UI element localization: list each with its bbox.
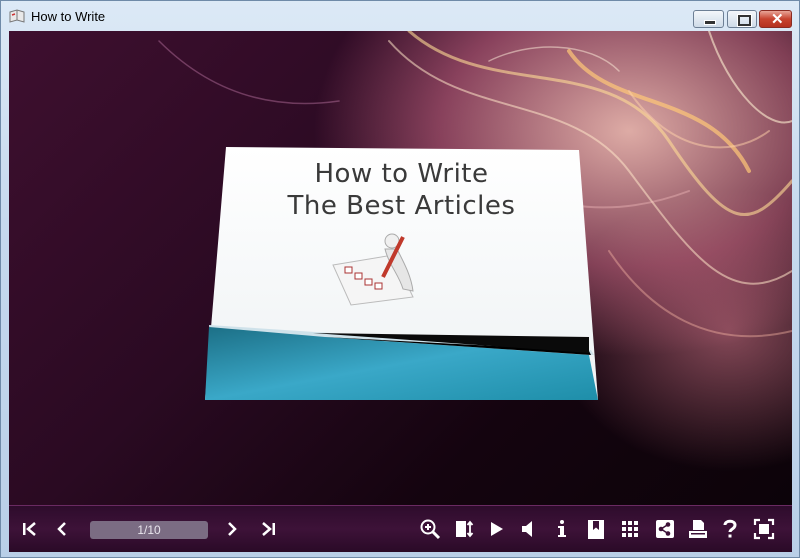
book-title-line-1: How to Write <box>314 159 489 189</box>
share-icon <box>656 520 674 538</box>
close-icon: ✕ <box>771 11 784 28</box>
last-page-icon <box>262 522 275 536</box>
autoplay-icon <box>491 522 503 536</box>
close-button[interactable]: ✕ <box>759 10 792 28</box>
last-page-button[interactable] <box>257 518 279 540</box>
previous-page-button[interactable] <box>51 518 73 540</box>
fullscreen-icon <box>753 518 775 540</box>
maximize-button[interactable] <box>727 10 757 28</box>
window-title: How to Write <box>31 9 106 24</box>
previous-page-icon <box>57 522 66 536</box>
fullscreen-button[interactable] <box>753 518 775 540</box>
autoplay-button[interactable] <box>485 518 507 540</box>
page-indicator-field[interactable]: 1/10 <box>90 521 208 539</box>
print-button[interactable] <box>687 518 709 540</box>
title-bar[interactable]: How to Write ✕ <box>1 1 799 31</box>
next-page-button[interactable] <box>221 518 243 540</box>
sound-button[interactable] <box>517 518 539 540</box>
share-button[interactable] <box>654 518 676 540</box>
thumbnails-icon <box>622 521 638 537</box>
print-icon <box>689 520 707 538</box>
navigation-toolbar: 1/10 <box>9 505 792 552</box>
sound-icon <box>522 521 532 537</box>
info-button[interactable] <box>551 518 573 540</box>
first-page-button[interactable] <box>19 518 41 540</box>
fit-page-icon <box>456 520 474 538</box>
help-icon <box>723 519 737 538</box>
book-viewer: How to Write The Best Articles <box>9 31 792 505</box>
app-window: How to Write ✕ How to Write The Best Art… <box>0 0 800 558</box>
book-cover-page[interactable]: How to Write The Best Articles <box>205 147 598 400</box>
next-page-icon <box>228 522 237 536</box>
thumbnails-button[interactable] <box>619 518 641 540</box>
first-page-icon <box>23 522 36 536</box>
fit-page-button[interactable] <box>453 518 475 540</box>
zoom-in-button[interactable] <box>419 518 441 540</box>
help-button[interactable] <box>719 518 741 540</box>
minimize-icon <box>704 20 716 25</box>
zoom-in-icon <box>420 519 441 540</box>
minimize-button[interactable] <box>693 10 724 28</box>
maximize-icon <box>738 15 751 26</box>
app-icon <box>9 9 25 23</box>
bookmark-button[interactable] <box>585 518 607 540</box>
info-icon <box>558 520 566 537</box>
bookmark-icon <box>588 520 604 539</box>
book-title-line-2: The Best Articles <box>287 191 516 221</box>
